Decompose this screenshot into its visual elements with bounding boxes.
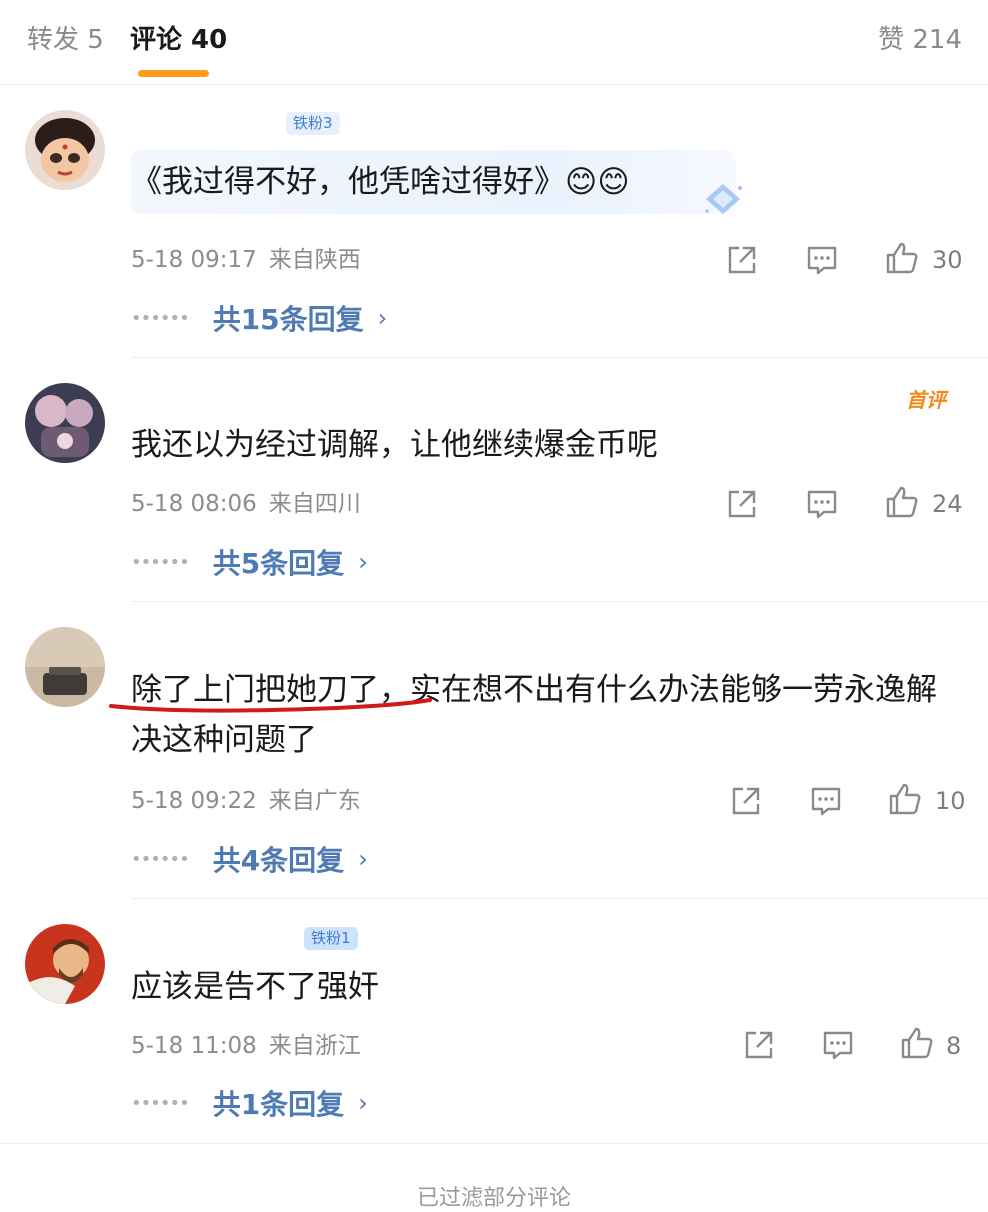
avatar[interactable] (25, 110, 105, 190)
comment-location: 来自广东 (268, 788, 361, 814)
replies-link[interactable]: 共5条回复 (213, 547, 344, 580)
filtered-comments-notice: 已过滤部分评论 (416, 1186, 571, 1211)
chevron-right-icon: › (358, 845, 368, 873)
comment-text: 应该是告不了强奸 (131, 969, 379, 1005)
share-icon[interactable] (729, 784, 763, 818)
tab-bar: 转发 5 评论 40 赞 214 (0, 0, 988, 85)
comment-meta: 5-18 09:22 来自广东 (131, 786, 361, 816)
comment-time: 5-18 09:22 (131, 788, 257, 814)
comment-icon[interactable] (805, 487, 839, 521)
tab-repost[interactable]: 转发 5 (27, 22, 104, 58)
like-count: 24 (932, 490, 963, 518)
avatar-typewriter-icon (25, 627, 105, 707)
comment-meta: 5-18 11:08 来自浙江 (131, 1031, 361, 1061)
fan-badge: 铁粉3 (286, 112, 340, 135)
chevron-right-icon: › (358, 1089, 368, 1117)
comment-time: 5-18 09:17 (131, 247, 257, 273)
divider (131, 601, 988, 602)
like-count: 10 (935, 787, 966, 815)
share-icon[interactable] (742, 1028, 776, 1062)
dots-separator: •••••• (131, 1092, 190, 1114)
avatar[interactable] (25, 627, 105, 707)
share-icon[interactable] (725, 243, 759, 277)
replies-link[interactable]: 共15条回复 (213, 303, 364, 336)
divider (0, 1143, 988, 1144)
comment-meta: 5-18 08:06 来自四川 (131, 489, 361, 519)
divider (131, 357, 988, 358)
replies-row[interactable]: •••••• 共15条回复 › (131, 298, 387, 338)
comment-time: 5-18 08:06 (131, 491, 257, 517)
comment-text: 我还以为经过调解，让他继续爆金币呢 (131, 427, 658, 463)
active-tab-indicator (138, 70, 209, 77)
red-annotation-underline (109, 698, 432, 713)
avatar-portrait-icon (25, 924, 105, 1004)
divider (131, 898, 988, 899)
avatar-cartoon-icon (25, 110, 105, 190)
fan-badge-label: 铁粉1 (311, 929, 351, 947)
comment-meta: 5-18 09:17 来自陕西 (131, 245, 361, 275)
replies-row[interactable]: •••••• 共5条回复 › (131, 542, 368, 582)
avatar-illustration-icon (25, 383, 105, 463)
comment-icon[interactable] (809, 784, 843, 818)
like-count: 8 (946, 1032, 962, 1060)
avatar[interactable] (25, 924, 105, 1004)
thumb-up-icon[interactable] (888, 782, 922, 816)
comment-icon[interactable] (821, 1028, 855, 1062)
comment-text: 《我过得不好，他凭啥过得好》😊😊 (131, 164, 630, 200)
comment-time: 5-18 11:08 (131, 1033, 257, 1059)
dots-separator: •••••• (131, 848, 190, 870)
replies-row[interactable]: •••••• 共4条回复 › (131, 839, 368, 879)
replies-row[interactable]: •••••• 共1条回复 › (131, 1083, 368, 1123)
tab-comments[interactable]: 评论 40 (130, 22, 227, 58)
dots-separator: •••••• (131, 551, 190, 573)
thumb-up-icon[interactable] (885, 241, 919, 275)
avatar[interactable] (25, 383, 105, 463)
dots-separator: •••••• (131, 307, 190, 329)
replies-link[interactable]: 共1条回复 (213, 1088, 344, 1121)
comment-location: 来自四川 (268, 491, 361, 517)
top-comment-tag: 首评 (906, 388, 946, 412)
fan-badge: 铁粉1 (304, 927, 358, 950)
chevron-right-icon: › (377, 304, 388, 332)
share-icon[interactable] (725, 487, 759, 521)
comment-location: 来自浙江 (268, 1033, 361, 1059)
replies-link[interactable]: 共4条回复 (213, 844, 344, 877)
comment-location: 来自陕西 (268, 247, 361, 273)
thumb-up-icon[interactable] (885, 485, 919, 519)
like-count: 30 (932, 246, 963, 274)
thumb-up-icon[interactable] (900, 1026, 934, 1060)
chevron-right-icon: › (358, 548, 368, 576)
comment-icon[interactable] (805, 243, 839, 277)
tab-likes[interactable]: 赞 214 (878, 22, 962, 58)
